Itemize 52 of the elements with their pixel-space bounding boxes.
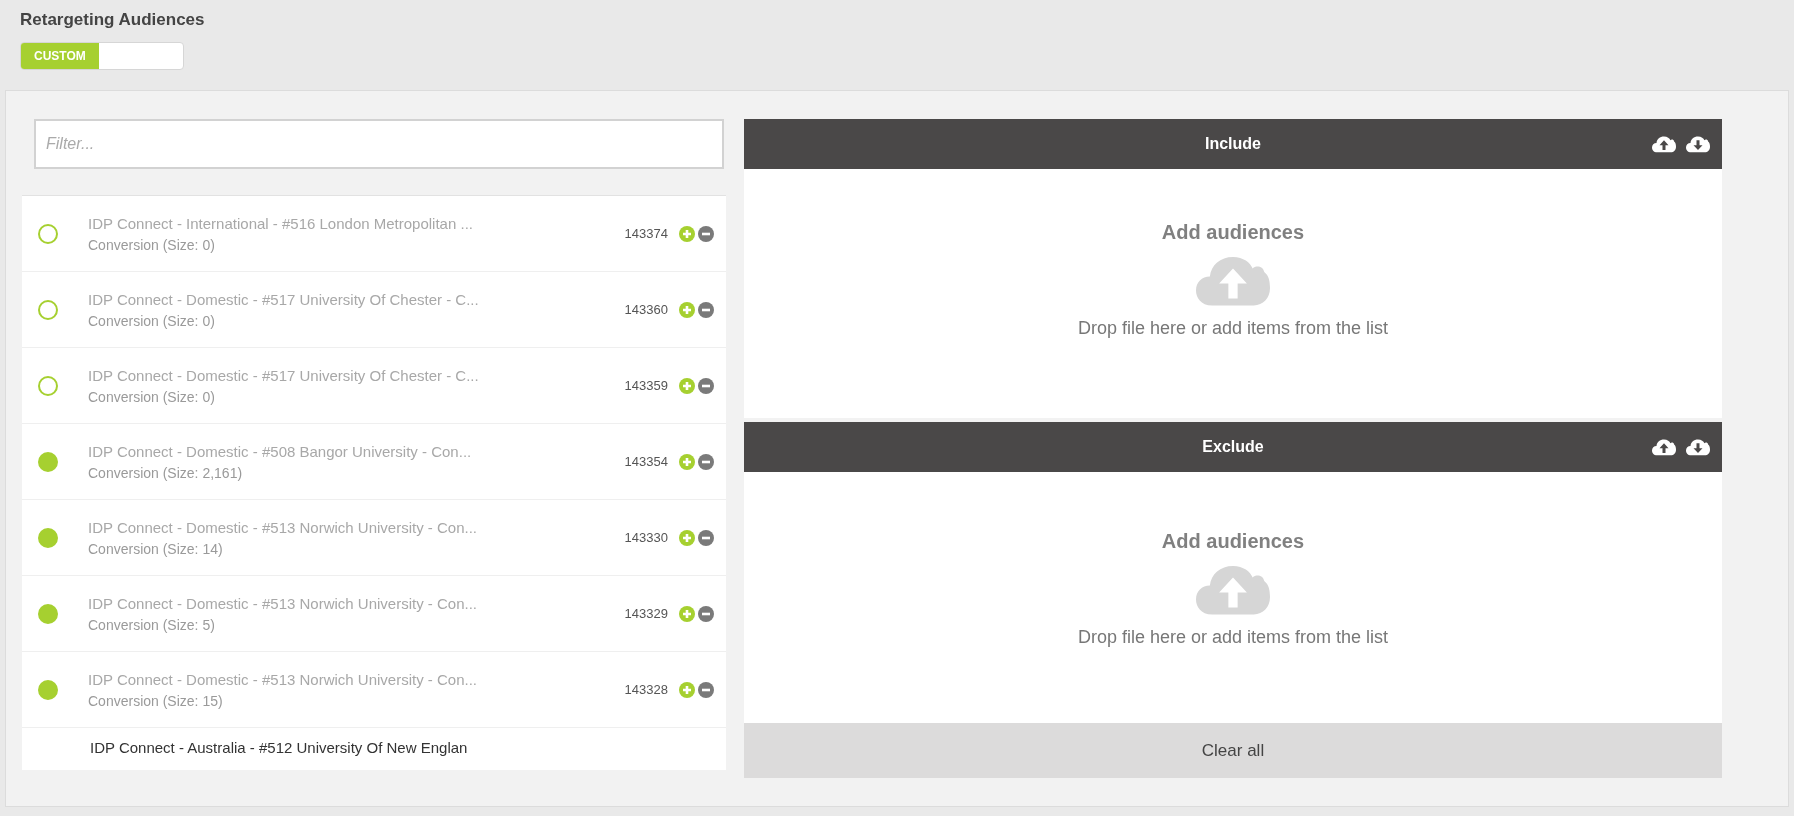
drop-heading: Add audiences <box>1161 529 1305 553</box>
audience-item[interactable]: IDP Connect - International - #516 London Metropolitan ... Conversion (Size: 0) 143374 <box>22 196 726 272</box>
drop-heading: Add audiences <box>1161 221 1305 244</box>
upload-icon[interactable] <box>1652 135 1676 153</box>
drop-zone[interactable]: Add audiences Drop file here or add items from the list <box>744 169 1722 418</box>
section-title: Exclude <box>1202 437 1264 456</box>
drop-zone[interactable]: Add audiences Drop file here or add items from the list <box>744 471 1722 724</box>
audience-name: IDP Connect - Domestic - #513 Norwich University - Con... <box>88 518 479 538</box>
audience-item[interactable]: IDP Connect - Domestic - #517 University Of Chester - C... Conversion (Size: 0) 143360 <box>22 272 726 348</box>
download-icon[interactable] <box>1686 135 1710 153</box>
minus-icon[interactable] <box>698 377 714 394</box>
minus-icon[interactable] <box>698 301 714 318</box>
audience-detail: Conversion (Size: 0) <box>88 389 216 405</box>
upload-icon[interactable] <box>1652 437 1676 456</box>
audience-detail: Conversion (Size: 0) <box>88 313 216 329</box>
minus-icon[interactable] <box>698 681 714 698</box>
audience-id: 143359 <box>624 378 668 393</box>
audience-name: IDP Connect - International - #516 London Metropolitan ... <box>88 214 474 234</box>
minus-icon[interactable] <box>698 453 714 470</box>
audience-name: IDP Connect - Australia - #512 University Of New Englan <box>90 738 468 758</box>
cloud-upload-icon <box>1196 254 1270 306</box>
page-title: Retargeting Audiences <box>20 10 206 30</box>
audience-item[interactable]: IDP Connect - Domestic - #513 Norwich University - Con... Conversion (Size: 15) 143328 <box>22 652 726 728</box>
clear-all-button[interactable]: Clear all <box>744 723 1722 778</box>
audience-name: IDP Connect - Domestic - #517 University Of Chester - C... <box>88 290 480 310</box>
audience-detail: Conversion (Size: 5) <box>88 617 216 633</box>
audience-item[interactable]: IDP Connect - Domestic - #513 Norwich University - Con... Conversion (Size: 5) 143329 <box>22 576 726 652</box>
audience-name: IDP Connect - Domestic - #513 Norwich University - Con... <box>88 670 479 690</box>
audience-id: 143374 <box>624 226 668 241</box>
minus-icon[interactable] <box>698 225 714 242</box>
audience-name: IDP Connect - Domestic - #508 Bangor University - Con... <box>88 442 473 462</box>
audience-id: 143360 <box>624 302 668 317</box>
minus-icon[interactable] <box>698 605 714 622</box>
audience-item[interactable]: IDP Connect - Domestic - #513 Norwich University - Con... Conversion (Size: 14) 143330 <box>22 500 726 576</box>
audience-detail: Conversion (Size: 14) <box>88 541 224 557</box>
section-title: Include <box>1205 135 1261 153</box>
audience-id: 143329 <box>624 606 668 621</box>
audience-detail: Conversion (Size: 0) <box>88 237 216 253</box>
audience-item[interactable]: IDP Connect - Domestic - #508 Bangor University - Con... Conversion (Size: 2,161) 143354 <box>22 424 726 500</box>
audience-detail: Conversion (Size: 15) <box>88 693 224 709</box>
audience-name: IDP Connect - Domestic - #517 University Of Chester - C... <box>88 366 480 386</box>
audience-id: 143328 <box>624 682 668 697</box>
minus-icon[interactable] <box>698 529 714 546</box>
download-icon[interactable] <box>1686 437 1710 456</box>
filter-field[interactable]: Filter... <box>34 119 724 169</box>
audience-name: IDP Connect - Domestic - #513 Norwich University - Con... <box>88 594 479 614</box>
audience-detail: Conversion (Size: 2,161) <box>88 465 244 481</box>
audience-item[interactable]: IDP Connect - Domestic - #517 University Of Chester - C... Conversion (Size: 0) 143359 <box>22 348 726 424</box>
audience-id: 143330 <box>624 530 668 545</box>
drop-hint: Drop file here or add items from the list <box>1077 626 1389 648</box>
audience-id: 143354 <box>624 454 668 469</box>
drop-hint: Drop file here or add items from the list <box>1077 318 1389 339</box>
